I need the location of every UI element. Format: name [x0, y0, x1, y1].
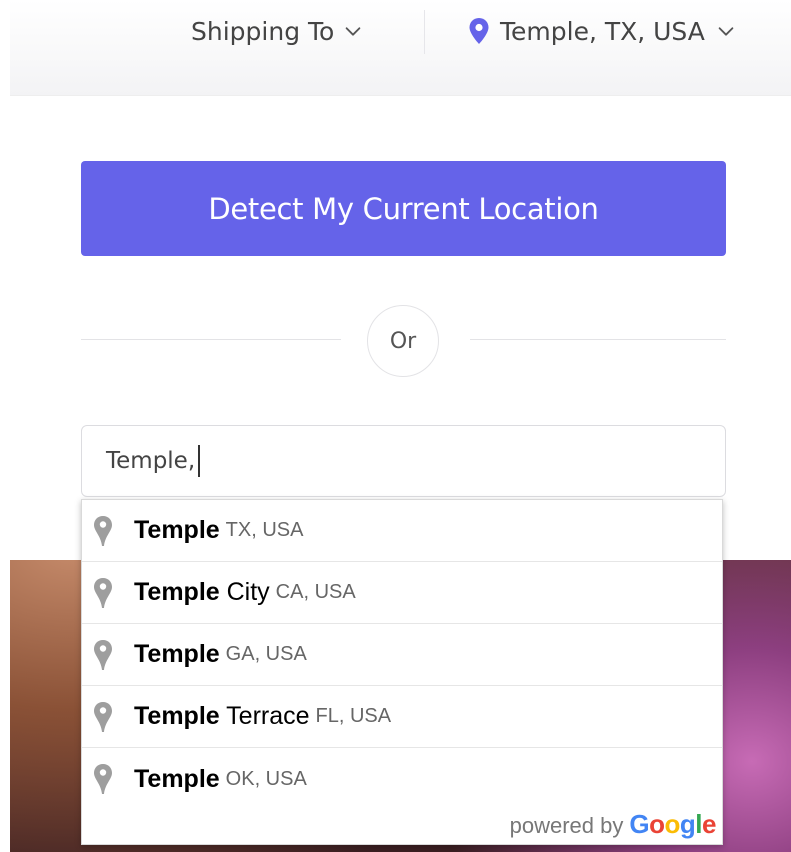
suggestion-item[interactable]: Temple TX, USA — [82, 500, 722, 562]
powered-by-google: powered by Google — [509, 809, 717, 840]
location-dropdown[interactable]: Temple, TX, USA — [468, 14, 737, 48]
top-bar: Shipping To Temple, TX, USA — [10, 0, 791, 96]
google-logo: Google — [629, 809, 716, 839]
location-search-input[interactable]: Temple, — [81, 425, 726, 497]
suggestion-secondary-text: CA, USA — [275, 581, 356, 603]
suggestion-match-text: Temple — [134, 640, 220, 668]
location-pin-icon — [94, 764, 112, 794]
map-pin-icon — [469, 18, 489, 44]
suggestion-item[interactable]: Temple City CA, USA — [82, 562, 722, 624]
location-label: Temple, TX, USA — [500, 16, 705, 46]
suggestion-rest-text: Terrace — [219, 702, 310, 730]
search-input-value: Temple, — [106, 448, 196, 474]
suggestion-secondary-text: GA, USA — [225, 643, 307, 665]
text-caret — [198, 445, 201, 477]
suggestion-secondary-text: OK, USA — [225, 767, 307, 790]
suggestion-list: Temple TX, USA Temple City CA, USA Temple GA,… — [82, 500, 722, 810]
detect-location-button[interactable]: Detect My Current Location — [81, 161, 726, 256]
location-pin-icon — [94, 577, 112, 608]
suggestion-item[interactable]: Temple Terrace FL, USA — [82, 686, 722, 748]
location-panel: Detect My Current Location Or Temple, — [10, 96, 791, 560]
or-separator: Or — [367, 305, 439, 377]
location-pin-icon — [94, 515, 112, 546]
suggestion-main-text: Temple City — [134, 578, 270, 607]
suggestion-main-text: Temple — [134, 765, 220, 794]
suggestion-secondary-text: FL, USA — [315, 705, 392, 727]
suggestion-match-text: Temple — [134, 578, 220, 606]
suggestion-rest-text: City — [219, 578, 270, 606]
suggestion-match-text: Temple — [134, 764, 220, 793]
suggestion-main-text: Temple — [134, 516, 220, 545]
suggestion-item[interactable]: Temple GA, USA — [82, 624, 722, 686]
powered-by-label: powered by — [509, 813, 624, 838]
suggestion-secondary-text: TX, USA — [225, 519, 304, 541]
suggestion-match-text: Temple — [134, 702, 220, 730]
location-pin-icon — [94, 639, 112, 670]
chevron-down-icon — [345, 27, 361, 36]
location-pin-icon — [94, 701, 112, 732]
suggestion-main-text: Temple — [134, 640, 220, 669]
suggestion-item[interactable]: Temple OK, USA — [82, 748, 722, 810]
shipping-to-dropdown[interactable]: Shipping To — [191, 14, 364, 48]
suggestion-match-text: Temple — [134, 516, 220, 544]
chevron-down-icon — [718, 27, 734, 36]
page-margin — [0, 96, 10, 852]
shipping-to-label: Shipping To — [191, 16, 335, 46]
or-divider-right — [470, 339, 726, 340]
suggestion-main-text: Temple Terrace — [134, 702, 310, 731]
autocomplete-dropdown: Temple TX, USA Temple City CA, USA Temple GA,… — [81, 499, 723, 845]
header-divider — [424, 10, 425, 54]
or-divider-left — [81, 339, 341, 340]
